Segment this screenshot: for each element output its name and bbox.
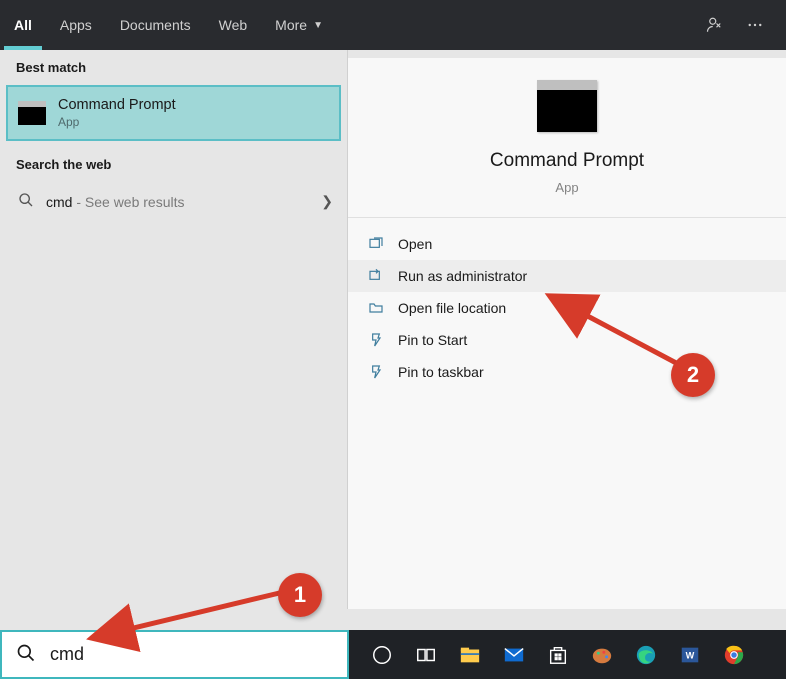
action-label: Run as administrator xyxy=(398,268,527,284)
search-input[interactable] xyxy=(50,644,333,665)
cmd-prompt-large-icon xyxy=(537,80,597,132)
tab-label: More xyxy=(275,17,307,33)
search-box[interactable] xyxy=(0,630,349,679)
start-search-window: All Apps Documents Web More ▼ Best match xyxy=(0,0,786,679)
action-open-file-location[interactable]: Open file location xyxy=(348,292,786,324)
feedback-icon[interactable] xyxy=(706,16,724,34)
chrome-icon[interactable] xyxy=(721,642,747,668)
task-view-icon[interactable] xyxy=(413,642,439,668)
annotation-badge-1: 1 xyxy=(278,573,322,617)
badge-text: 2 xyxy=(687,362,699,388)
action-label: Pin to taskbar xyxy=(398,364,484,380)
best-match-item[interactable]: Command Prompt App xyxy=(6,85,341,141)
cmd-prompt-icon xyxy=(18,101,46,125)
tabs: All Apps Documents Web More ▼ xyxy=(0,0,337,50)
action-label: Open xyxy=(398,236,432,252)
action-pin-to-start[interactable]: Pin to Start xyxy=(348,324,786,356)
left-pane: Best match Command Prompt App Search the… xyxy=(0,50,348,609)
tab-label: All xyxy=(14,17,32,33)
edge-icon[interactable] xyxy=(633,642,659,668)
taskbar: W xyxy=(0,630,786,679)
folder-icon xyxy=(366,300,386,316)
tab-more[interactable]: More ▼ xyxy=(261,0,337,50)
hero: Command Prompt App xyxy=(348,58,786,217)
top-actions xyxy=(706,16,778,34)
search-web-header: Search the web xyxy=(0,147,347,182)
cortana-icon[interactable] xyxy=(369,642,395,668)
svg-text:W: W xyxy=(686,650,695,660)
web-result-term: cmd xyxy=(46,194,72,210)
search-icon xyxy=(18,192,34,211)
right-pane: Command Prompt App Open Run as administr… xyxy=(348,50,786,609)
top-tab-bar: All Apps Documents Web More ▼ xyxy=(0,0,786,50)
tab-apps[interactable]: Apps xyxy=(46,0,106,50)
web-result-hint: - See web results xyxy=(72,194,184,210)
file-explorer-icon[interactable] xyxy=(457,642,483,668)
action-open[interactable]: Open xyxy=(348,228,786,260)
tab-label: Documents xyxy=(120,17,191,33)
best-match-subtitle: App xyxy=(58,115,176,129)
best-match-title: Command Prompt xyxy=(58,97,176,113)
taskbar-icons: W xyxy=(349,642,747,668)
tab-documents[interactable]: Documents xyxy=(106,0,205,50)
admin-icon xyxy=(366,268,386,284)
pin-taskbar-icon xyxy=(366,364,386,380)
chevron-right-icon: ❯ xyxy=(321,193,333,210)
hero-title: Command Prompt xyxy=(490,150,644,172)
open-icon xyxy=(366,236,386,252)
action-label: Open file location xyxy=(398,300,506,316)
action-pin-to-taskbar[interactable]: Pin to taskbar xyxy=(348,356,786,388)
action-run-as-admin[interactable]: Run as administrator xyxy=(348,260,786,292)
search-icon xyxy=(16,643,36,666)
store-icon[interactable] xyxy=(545,642,571,668)
chevron-down-icon: ▼ xyxy=(313,20,323,31)
hero-subtitle: App xyxy=(555,180,578,195)
body: Best match Command Prompt App Search the… xyxy=(0,50,786,609)
tab-label: Apps xyxy=(60,17,92,33)
tab-web[interactable]: Web xyxy=(205,0,262,50)
actions-list: Open Run as administrator Open file loca… xyxy=(348,217,786,388)
best-match-header: Best match xyxy=(0,50,347,85)
word-icon[interactable]: W xyxy=(677,642,703,668)
best-match-text: Command Prompt App xyxy=(58,97,176,129)
web-result-text: cmd - See web results xyxy=(46,194,185,210)
badge-text: 1 xyxy=(294,582,306,608)
mail-icon[interactable] xyxy=(501,642,527,668)
annotation-badge-2: 2 xyxy=(671,353,715,397)
tab-label: Web xyxy=(219,17,248,33)
paint-icon[interactable] xyxy=(589,642,615,668)
web-result-row[interactable]: cmd - See web results ❯ xyxy=(0,182,347,221)
action-label: Pin to Start xyxy=(398,332,467,348)
tab-all[interactable]: All xyxy=(0,0,46,50)
ellipsis-icon[interactable] xyxy=(746,16,764,34)
spacer xyxy=(348,50,786,58)
pin-start-icon xyxy=(366,332,386,348)
